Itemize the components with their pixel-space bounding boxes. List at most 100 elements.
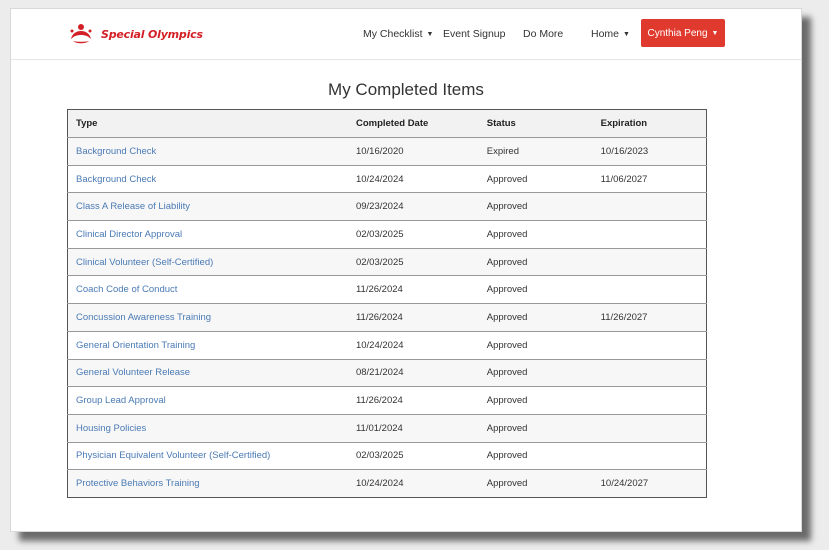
row-expiration: 10/16/2023 — [600, 145, 649, 157]
row-type-link[interactable]: Clinical Volunteer (Self-Certified) — [76, 257, 213, 268]
row-completed-date: 10/24/2024 — [355, 173, 404, 185]
table-row: General Volunteer Release 08/21/2024 Appro… — [67, 359, 707, 388]
row-status: Approved — [486, 201, 528, 213]
row-expiration-cell — [592, 414, 707, 443]
row-expiration-cell — [592, 275, 707, 305]
header-completed-date: Completed Date — [347, 109, 479, 138]
row-completed-date-cell: 10/24/2024 — [347, 331, 479, 360]
completed-items-table: Type Completed Date Status Expiration Ba… — [67, 109, 707, 498]
row-type-link[interactable]: Housing Policies — [76, 423, 146, 434]
row-completed-date: 02/03/2025 — [355, 228, 404, 240]
row-type-link[interactable]: Background Check — [76, 174, 156, 185]
row-completed-date: 11/26/2024 — [355, 311, 403, 323]
user-name-label: Cynthia Peng — [647, 27, 708, 39]
top-navbar: Special Olympics My Checklist ▼ Event Si… — [11, 9, 801, 60]
row-type-link[interactable]: Group Lead Approval — [76, 395, 166, 406]
row-completed-date: 10/24/2024 — [355, 339, 404, 351]
nav-event-signup[interactable]: Event Signup — [443, 28, 505, 40]
brand-logo[interactable]: Special Olympics — [67, 20, 203, 48]
table-row: Clinical Volunteer (Self-Certified) 02/03… — [67, 248, 707, 277]
header-expiration: Expiration — [592, 109, 707, 138]
nav-home-label: Home — [591, 28, 620, 40]
row-type-link-cell: Background Check — [67, 165, 348, 194]
row-completed-date-cell: 10/24/2024 — [347, 165, 479, 194]
row-status: Approved — [486, 228, 528, 240]
page-title: My Completed Items — [328, 80, 484, 99]
user-menu-button[interactable]: Cynthia Peng ▼ — [641, 19, 725, 47]
row-expiration-cell — [592, 248, 707, 277]
row-status-cell: Approved — [478, 192, 593, 222]
row-expiration-cell: 11/26/2027 — [592, 303, 707, 332]
row-type-link-cell: Group Lead Approval — [67, 386, 348, 415]
table-row: Coach Code of Conduct 11/26/2024 Approved — [67, 275, 707, 305]
row-completed-date: 11/01/2024 — [355, 422, 403, 434]
row-type-link[interactable]: Protective Behaviors Training — [76, 478, 200, 489]
row-expiration-cell — [592, 386, 707, 415]
chevron-down-icon: ▼ — [623, 30, 630, 38]
row-completed-date: 02/03/2025 — [355, 256, 404, 268]
row-type-link-cell: Protective Behaviors Training — [67, 469, 348, 498]
row-completed-date-cell: 02/03/2025 — [347, 220, 479, 249]
table-row: Background Check 10/16/2020 Expired 10/16/2… — [67, 137, 707, 166]
row-status-cell: Expired — [478, 137, 593, 166]
row-status-cell: Approved — [478, 331, 593, 360]
row-type-link-cell: Coach Code of Conduct — [67, 275, 348, 305]
row-status: Approved — [486, 367, 528, 379]
row-type-link-cell: General Volunteer Release — [67, 359, 348, 388]
row-status: Expired — [486, 145, 519, 157]
row-status: Approved — [486, 478, 528, 490]
row-type-link[interactable]: General Orientation Training — [76, 340, 195, 351]
row-status-cell: Approved — [478, 165, 593, 194]
row-completed-date: 10/16/2020 — [355, 145, 404, 157]
row-type-link[interactable]: Background Check — [76, 146, 156, 157]
table-row: Housing Policies 11/01/2024 Approved — [67, 414, 707, 443]
table-row: Physician Equivalent Volunteer (Self-Cer… — [67, 442, 707, 471]
row-completed-date-cell: 11/26/2024 — [347, 303, 479, 332]
row-completed-date-cell: 10/16/2020 — [347, 137, 479, 166]
table-row: Protective Behaviors Training 10/24/2024 A… — [67, 469, 707, 498]
row-type-link-cell: Physician Equivalent Volunteer (Self-Cer… — [67, 442, 348, 471]
row-type-link[interactable]: Clinical Director Approval — [76, 229, 182, 240]
row-type-link-cell: Concussion Awareness Training — [67, 303, 348, 332]
row-type-link[interactable]: Concussion Awareness Training — [76, 312, 211, 323]
row-status-cell: Approved — [478, 442, 593, 471]
row-type-link-cell: Background Check — [67, 137, 348, 166]
row-completed-date-cell: 11/26/2024 — [347, 386, 479, 415]
row-completed-date-cell: 10/24/2024 — [347, 469, 479, 498]
row-completed-date-cell: 08/21/2024 — [347, 359, 479, 388]
row-expiration-cell: 10/24/2027 — [592, 469, 707, 498]
row-completed-date-cell: 11/01/2024 — [347, 414, 479, 443]
header-status: Status — [478, 109, 593, 138]
row-status-cell: Approved — [478, 248, 593, 277]
row-type-link-cell: Class A Release of Liability — [67, 192, 348, 222]
nav-do-more[interactable]: Do More — [523, 28, 563, 40]
row-completed-date-cell: 02/03/2025 — [347, 442, 479, 471]
row-completed-date-cell: 02/03/2025 — [347, 248, 479, 277]
row-type-link[interactable]: Coach Code of Conduct — [76, 284, 177, 295]
row-status: Approved — [486, 173, 528, 185]
nav-my-checklist-label: My Checklist — [363, 28, 423, 40]
row-completed-date: 11/26/2024 — [355, 284, 403, 296]
row-completed-date: 02/03/2025 — [355, 450, 404, 462]
row-status-cell: Approved — [478, 359, 593, 388]
row-type-link[interactable]: Class A Release of Liability — [76, 201, 190, 212]
row-status-cell: Approved — [478, 275, 593, 305]
row-status: Approved — [486, 450, 528, 462]
chevron-down-icon: ▼ — [711, 29, 719, 37]
row-expiration-cell — [592, 220, 707, 249]
row-status-cell: Approved — [478, 220, 593, 249]
table-header-row: Type Completed Date Status Expiration — [67, 109, 707, 138]
row-expiration: 11/26/2027 — [600, 311, 648, 323]
nav-my-checklist[interactable]: My Checklist ▼ — [363, 28, 433, 40]
brand-name: Special Olympics — [101, 27, 203, 41]
row-completed-date: 10/24/2024 — [355, 478, 404, 490]
row-expiration: 10/24/2027 — [600, 478, 649, 490]
table-row: Concussion Awareness Training 11/26/2024 A… — [67, 303, 707, 332]
header-type: Type — [67, 109, 348, 138]
row-type-link[interactable]: General Volunteer Release — [76, 367, 190, 378]
nav-home[interactable]: Home ▼ — [591, 28, 630, 40]
row-type-link[interactable]: Physician Equivalent Volunteer (Self-Cer… — [76, 450, 270, 461]
row-expiration-cell — [592, 359, 707, 388]
chevron-down-icon: ▼ — [426, 30, 434, 38]
browser-frame: Special Olympics My Checklist ▼ Event Si… — [10, 8, 802, 532]
